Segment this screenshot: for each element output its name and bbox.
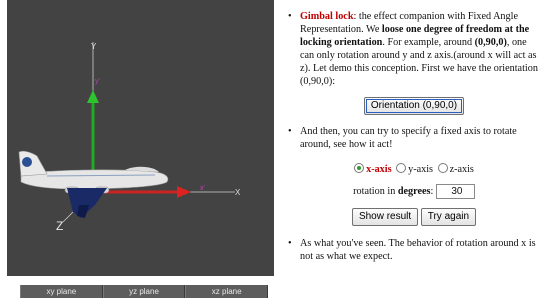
z-axis-option[interactable]: z-axis (437, 163, 474, 175)
x-axis-option[interactable]: x-axis (354, 163, 392, 175)
item1-text-2: . For example, around (382, 37, 475, 48)
action-buttons-row: Show result Try again (286, 208, 542, 226)
rotation-degrees-input[interactable]: 30 (435, 184, 475, 199)
axis-x-label: X (235, 188, 241, 197)
x-axis-radio[interactable] (354, 163, 365, 173)
y-axis-label: y-axis (408, 164, 434, 175)
list-item-conclusion: • As what you've seen. The behavior of r… (286, 237, 542, 263)
bullet-dot: • (288, 11, 292, 22)
axis-y-label: Y (91, 42, 97, 51)
z-axis-radio[interactable] (437, 163, 448, 173)
list-item-gimbal-lock: • Gimbal lock: the effect companion with… (286, 10, 542, 88)
z-axis-label: z-axis (449, 164, 474, 175)
orientation-button[interactable]: Orientation (0,90,0) (363, 97, 465, 115)
rotation-label-pre: rotation in (353, 185, 398, 197)
y-axis-radio[interactable] (396, 163, 407, 173)
scene-svg: Y X Z y' x' (18, 42, 241, 233)
plane-view-bar: xy plane yz plane xz plane (20, 285, 269, 298)
rotation-label-bold: degrees (397, 185, 431, 197)
bullet-dot: • (288, 126, 292, 137)
item2-text: And then, you can try to specify a fixed… (300, 126, 517, 150)
3d-viewport[interactable]: Y X Z y' x' (7, 0, 274, 276)
body-x-arrowhead (177, 186, 191, 198)
xy-plane-button[interactable]: xy plane (20, 285, 103, 298)
orientation-row: Orientation (0,90,0) (286, 97, 542, 115)
body-y-label: y' (95, 78, 100, 85)
axis-radio-group: x-axis y-axis z-axis (286, 163, 542, 176)
gimbal-lock-term: Gimbal lock (300, 11, 354, 22)
explanation-panel: • Gimbal lock: the effect companion with… (286, 10, 542, 263)
show-result-button[interactable]: Show result (351, 208, 419, 226)
bullet-dot: • (288, 238, 292, 249)
rotation-label-post: : (430, 185, 434, 197)
body-y-arrowhead (87, 90, 99, 103)
try-again-button[interactable]: Try again (420, 208, 477, 226)
y-axis-option[interactable]: y-axis (396, 163, 434, 175)
axis-z-label: Z (56, 219, 63, 233)
xz-plane-button[interactable]: xz plane (185, 285, 269, 298)
item3-text: As what you've seen. The behavior of rot… (300, 238, 536, 262)
body-x-label: x' (200, 185, 205, 192)
rotation-row: rotation in degrees: 30 (286, 184, 542, 199)
yz-plane-button[interactable]: yz plane (102, 285, 186, 298)
list-item-try-axis: • And then, you can try to specify a fix… (286, 125, 542, 151)
item1-bold-2: (0,90,0) (474, 37, 507, 48)
x-axis-label: x-axis (366, 164, 392, 175)
